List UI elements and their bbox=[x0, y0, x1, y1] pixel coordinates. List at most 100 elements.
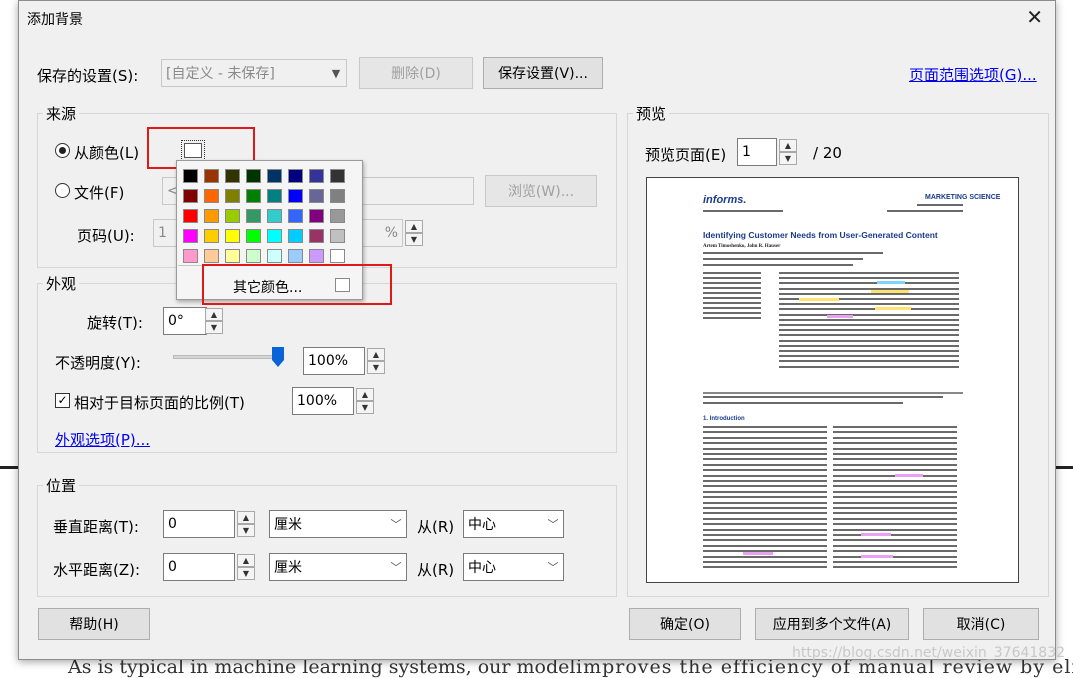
vertical-distance-spinner[interactable]: ▲ ▼ bbox=[237, 511, 255, 537]
color-swatch[interactable] bbox=[288, 249, 303, 263]
preview-page-spinner[interactable]: ▲ ▼ bbox=[779, 139, 797, 165]
preview-text-line bbox=[779, 329, 959, 332]
vertical-unit-select[interactable]: 厘米 ﹀ bbox=[269, 510, 407, 538]
color-swatch[interactable] bbox=[288, 209, 303, 223]
opacity-spinner[interactable]: ▲ ▼ bbox=[367, 348, 385, 374]
background-rule-right bbox=[1056, 466, 1073, 469]
color-swatch[interactable] bbox=[267, 209, 282, 223]
spin-up-icon[interactable]: ▲ bbox=[367, 348, 385, 361]
color-swatch[interactable] bbox=[225, 209, 240, 223]
color-swatch[interactable] bbox=[246, 169, 261, 183]
color-swatch[interactable] bbox=[246, 249, 261, 263]
color-swatch[interactable] bbox=[330, 249, 345, 263]
relative-scale-checkbox[interactable]: ✓ bbox=[55, 393, 70, 408]
save-settings-button[interactable]: 保存设置(V)... bbox=[483, 57, 603, 89]
apply-to-multiple-files-button[interactable]: 应用到多个文件(A) bbox=[755, 608, 909, 640]
spin-up-icon[interactable]: ▲ bbox=[205, 308, 223, 321]
spin-up-icon[interactable]: ▲ bbox=[405, 220, 423, 233]
color-swatch[interactable] bbox=[246, 229, 261, 243]
browse-button[interactable]: 浏览(W)... bbox=[485, 175, 597, 207]
color-swatch[interactable] bbox=[309, 189, 324, 203]
preview-text-line bbox=[703, 307, 761, 309]
rotation-input[interactable]: 0° bbox=[163, 307, 207, 335]
horizontal-from-select[interactable]: 中心 ﹀ bbox=[463, 553, 564, 581]
color-swatch[interactable] bbox=[204, 169, 219, 183]
delete-button[interactable]: 删除(D) bbox=[359, 57, 473, 89]
preview-page-input[interactable]: 1 bbox=[737, 138, 777, 166]
color-swatch[interactable] bbox=[225, 229, 240, 243]
color-swatch[interactable] bbox=[204, 249, 219, 263]
preview-text-line bbox=[703, 463, 827, 466]
color-swatch[interactable] bbox=[225, 169, 240, 183]
color-swatch[interactable] bbox=[309, 229, 324, 243]
spin-up-icon[interactable]: ▲ bbox=[237, 554, 255, 567]
preview-text-line bbox=[833, 528, 957, 531]
appearance-options-link[interactable]: 外观选项(P)... bbox=[55, 429, 150, 450]
spin-down-icon[interactable]: ▼ bbox=[205, 321, 223, 334]
color-swatch[interactable] bbox=[288, 169, 303, 183]
color-swatch[interactable] bbox=[204, 229, 219, 243]
saved-settings-select[interactable]: [自定义 - 未保存] ▼ bbox=[161, 59, 347, 87]
color-swatch[interactable] bbox=[330, 209, 345, 223]
color-swatch[interactable] bbox=[183, 209, 198, 223]
preview-text-line bbox=[703, 496, 827, 499]
preview-text-line bbox=[703, 292, 761, 294]
from-file-radio[interactable] bbox=[55, 183, 70, 198]
color-swatch[interactable] bbox=[246, 209, 261, 223]
horizontal-distance-input[interactable]: 0 bbox=[163, 553, 235, 581]
spin-down-icon[interactable]: ▼ bbox=[779, 152, 797, 165]
spin-up-icon[interactable]: ▲ bbox=[779, 139, 797, 152]
color-swatch[interactable] bbox=[183, 249, 198, 263]
color-swatch[interactable] bbox=[309, 209, 324, 223]
scale-spinner[interactable]: ▲ ▼ bbox=[405, 220, 423, 246]
from-color-label: 从颜色(L) bbox=[74, 144, 140, 162]
spin-down-icon[interactable]: ▼ bbox=[356, 401, 374, 414]
color-swatch[interactable] bbox=[288, 189, 303, 203]
preview-text-line bbox=[703, 431, 827, 434]
horizontal-distance-label: 水平距离(Z): bbox=[53, 561, 141, 579]
opacity-slider-track[interactable] bbox=[173, 347, 284, 367]
close-icon[interactable]: ✕ bbox=[1026, 5, 1043, 29]
color-swatch[interactable] bbox=[183, 169, 198, 183]
color-swatch[interactable] bbox=[225, 189, 240, 203]
horizontal-unit-select[interactable]: 厘米 ﹀ bbox=[269, 553, 407, 581]
spin-up-icon[interactable]: ▲ bbox=[237, 511, 255, 524]
preview-page-total: / 20 bbox=[813, 144, 842, 162]
relative-scale-spinner[interactable]: ▲ ▼ bbox=[356, 388, 374, 414]
color-swatch[interactable] bbox=[183, 189, 198, 203]
color-swatch[interactable] bbox=[267, 249, 282, 263]
spin-down-icon[interactable]: ▼ bbox=[237, 567, 255, 580]
horizontal-distance-spinner[interactable]: ▲ ▼ bbox=[237, 554, 255, 580]
preview-text-line bbox=[703, 561, 827, 563]
spin-down-icon[interactable]: ▼ bbox=[405, 233, 423, 246]
vertical-from-select[interactable]: 中心 ﹀ bbox=[463, 510, 564, 538]
color-swatch[interactable] bbox=[330, 189, 345, 203]
color-swatch[interactable] bbox=[288, 229, 303, 243]
color-swatch[interactable] bbox=[309, 169, 324, 183]
color-swatch[interactable] bbox=[225, 249, 240, 263]
color-swatch[interactable] bbox=[267, 169, 282, 183]
help-button[interactable]: 帮助(H) bbox=[38, 608, 150, 640]
color-swatch[interactable] bbox=[330, 229, 345, 243]
vertical-distance-input[interactable]: 0 bbox=[163, 510, 235, 538]
color-swatch[interactable] bbox=[267, 229, 282, 243]
color-swatch[interactable] bbox=[309, 249, 324, 263]
color-swatch[interactable] bbox=[204, 209, 219, 223]
color-swatch[interactable] bbox=[330, 169, 345, 183]
cancel-button[interactable]: 取消(C) bbox=[923, 608, 1039, 640]
spin-down-icon[interactable]: ▼ bbox=[237, 524, 255, 537]
chevron-down-icon: ﹀ bbox=[390, 518, 402, 531]
from-color-radio[interactable] bbox=[55, 143, 70, 158]
color-swatch[interactable] bbox=[183, 229, 198, 243]
page-range-options-link[interactable]: 页面范围选项(G)... bbox=[909, 64, 1037, 85]
rotation-spinner[interactable]: ▲ ▼ bbox=[205, 308, 223, 334]
preview-text-line bbox=[833, 539, 957, 542]
spin-down-icon[interactable]: ▼ bbox=[367, 361, 385, 374]
relative-scale-input[interactable]: 100% bbox=[292, 387, 354, 415]
color-swatch[interactable] bbox=[204, 189, 219, 203]
spin-up-icon[interactable]: ▲ bbox=[356, 388, 374, 401]
color-swatch[interactable] bbox=[267, 189, 282, 203]
opacity-input[interactable]: 100% bbox=[303, 347, 365, 375]
color-swatch[interactable] bbox=[246, 189, 261, 203]
ok-button[interactable]: 确定(O) bbox=[629, 608, 741, 640]
